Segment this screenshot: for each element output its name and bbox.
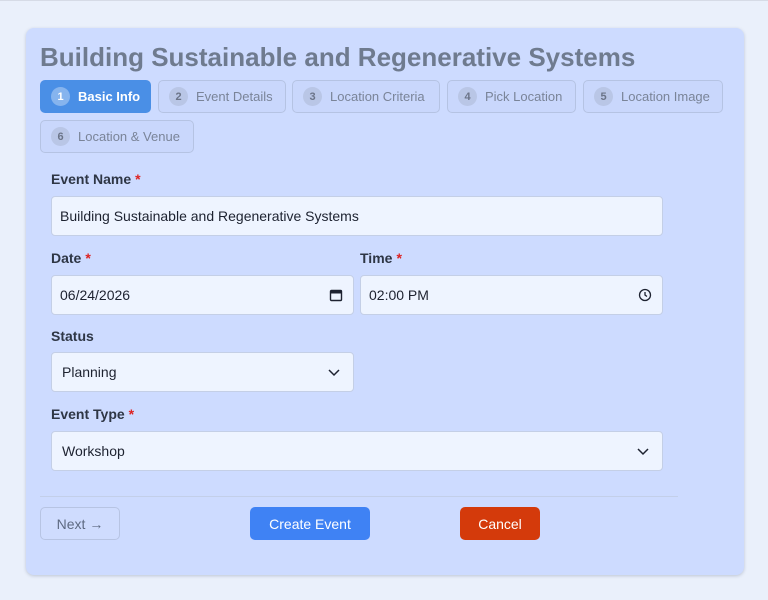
actions-divider — [40, 496, 678, 497]
status-select[interactable]: Planning — [51, 352, 354, 392]
step-event-details[interactable]: 2 Event Details — [158, 80, 286, 113]
step-number: 4 — [458, 87, 477, 106]
calendar-icon[interactable] — [327, 286, 345, 304]
required-mark: * — [396, 250, 402, 266]
step-label: Event Details — [196, 89, 273, 104]
create-event-button[interactable]: Create Event — [250, 507, 370, 540]
date-value: 06/24/2026 — [60, 287, 131, 303]
step-location-venue[interactable]: 6 Location & Venue — [40, 120, 194, 153]
status-label: Status — [51, 328, 94, 344]
event-name-value: Building Sustainable and Regenerative Sy… — [60, 208, 359, 224]
next-button[interactable]: Next → — [40, 507, 120, 540]
step-pick-location[interactable]: 4 Pick Location — [447, 80, 576, 113]
cancel-button[interactable]: Cancel — [460, 507, 540, 540]
event-name-input[interactable]: Building Sustainable and Regenerative Sy… — [51, 196, 663, 236]
status-label-text: Status — [51, 328, 94, 344]
required-mark: * — [128, 406, 135, 422]
required-mark: * — [85, 250, 91, 266]
event-name-label: Event Name * — [51, 171, 141, 187]
step-location-criteria[interactable]: 3 Location Criteria — [292, 80, 440, 113]
date-input[interactable]: 06/24/2026 — [51, 275, 354, 315]
page-title: Building Sustainable and Regenerative Sy… — [40, 42, 636, 72]
step-number: 1 — [51, 87, 70, 106]
step-label: Basic Info — [78, 89, 141, 104]
step-number: 6 — [51, 127, 70, 146]
required-mark: * — [135, 171, 141, 187]
date-label-text: Date — [51, 250, 82, 266]
event-type-select[interactable]: Workshop — [51, 431, 663, 471]
event-form-card: Building Sustainable and Regenerative Sy… — [26, 28, 744, 575]
top-border — [0, 0, 768, 1]
status-value: Planning — [62, 364, 117, 380]
step-label: Pick Location — [485, 89, 563, 104]
step-label: Location Image — [621, 89, 710, 104]
step-number: 3 — [303, 87, 322, 106]
time-input[interactable]: 02:00 PM — [360, 275, 663, 315]
clock-icon[interactable] — [636, 286, 654, 304]
event-type-label: Event Type * — [51, 406, 134, 422]
chevron-down-icon — [634, 442, 652, 460]
event-type-label-text: Event Type — [51, 406, 125, 422]
step-number: 2 — [169, 87, 188, 106]
chevron-down-icon — [325, 363, 343, 381]
step-label: Location & Venue — [78, 129, 180, 144]
step-number: 5 — [594, 87, 613, 106]
time-label: Time * — [360, 250, 402, 266]
event-type-value: Workshop — [62, 443, 125, 459]
time-label-text: Time — [360, 250, 393, 266]
event-name-label-text: Event Name — [51, 171, 132, 187]
date-label: Date * — [51, 250, 91, 266]
time-value: 02:00 PM — [369, 287, 429, 303]
step-label: Location Criteria — [330, 89, 425, 104]
step-location-image[interactable]: 5 Location Image — [583, 80, 723, 113]
step-basic-info[interactable]: 1 Basic Info — [40, 80, 151, 113]
